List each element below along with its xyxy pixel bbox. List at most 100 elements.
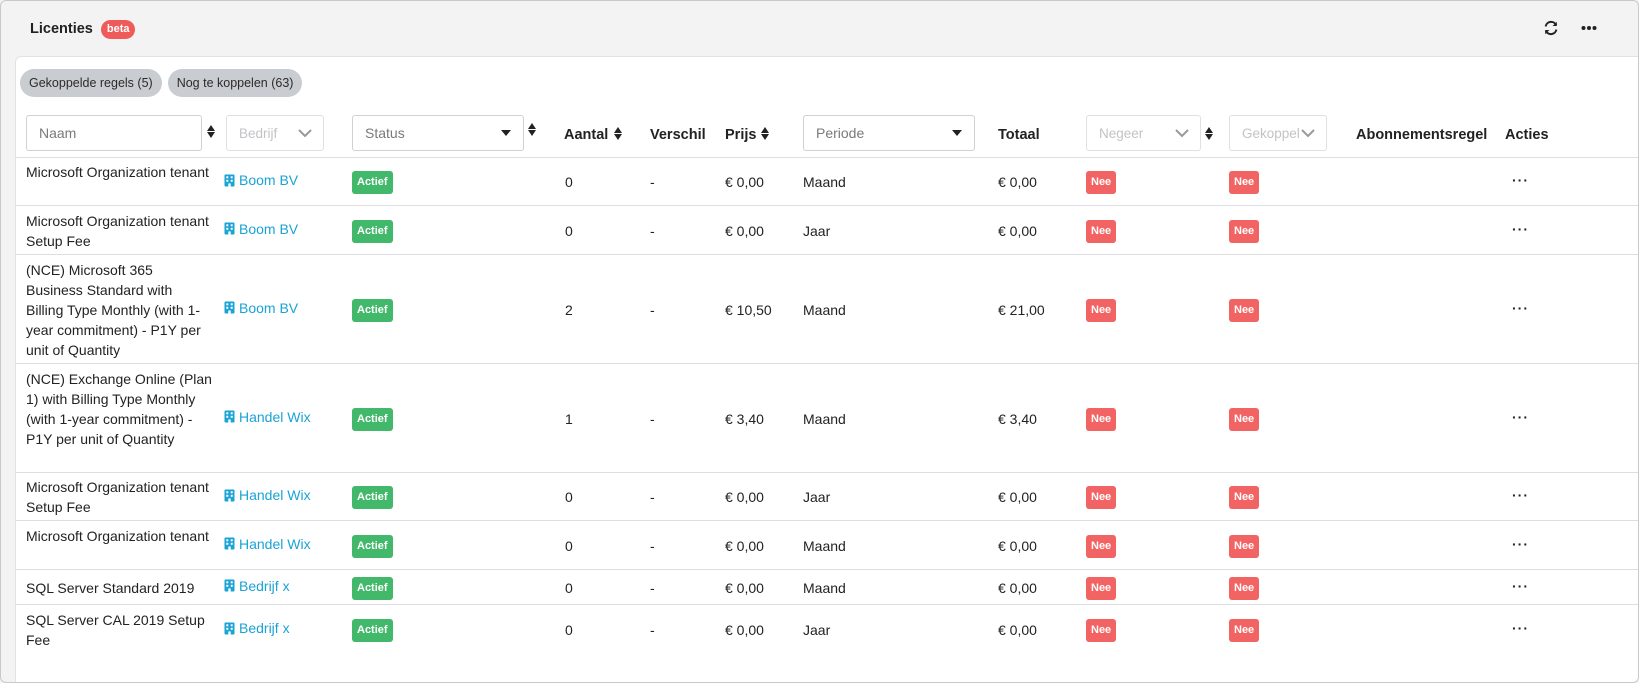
row-totaal: € 21,00 xyxy=(998,301,1045,318)
row-name: Microsoft Organization tenant xyxy=(26,164,209,180)
negeer-badge: Nee xyxy=(1086,486,1117,509)
beta-badge: beta xyxy=(100,19,136,39)
row-name: Microsoft Organization tenant Setup Fee xyxy=(26,479,209,515)
company-link[interactable]: Bedrijf x xyxy=(224,620,290,636)
company-link[interactable]: Boom BV xyxy=(224,172,298,188)
building-icon xyxy=(224,537,235,550)
row-actions-button[interactable]: ··· xyxy=(1512,487,1529,503)
company-link[interactable]: Handel Wix xyxy=(224,409,311,425)
row-actions-button[interactable]: ··· xyxy=(1512,578,1529,594)
company-name: Handel Wix xyxy=(239,408,311,425)
row-name: (NCE) Exchange Online (Plan 1) with Bill… xyxy=(26,370,212,447)
caret-down-icon xyxy=(501,130,511,136)
row-prijs: € 0,00 xyxy=(725,579,764,596)
table-row: SQL Server CAL 2019 Setup Fee Bedrijf x Ac… xyxy=(16,604,1638,654)
row-actions-button[interactable]: ··· xyxy=(1512,172,1529,188)
column-header-verschil: Verschil xyxy=(650,127,706,143)
company-name: Bedrijf x xyxy=(239,577,290,594)
row-actions-button[interactable]: ··· xyxy=(1512,221,1529,237)
gekoppeld-badge: Nee xyxy=(1229,534,1260,558)
more-icon[interactable] xyxy=(1580,19,1598,37)
row-totaal: € 0,00 xyxy=(998,579,1037,596)
periode-filter-placeholder: Periode xyxy=(816,125,865,141)
row-totaal: € 0,00 xyxy=(998,489,1037,505)
row-verschil: - xyxy=(650,579,655,596)
periode-filter-select[interactable]: Periode xyxy=(803,115,975,151)
row-verschil: - xyxy=(650,537,655,554)
company-name: Handel Wix xyxy=(239,535,311,552)
table-row: Microsoft Organization tenant Setup Fee H… xyxy=(16,472,1638,520)
chevron-down-icon xyxy=(298,129,312,138)
column-header-aantal[interactable]: Aantal xyxy=(564,127,608,143)
negeer-filter-select[interactable]: Negeer xyxy=(1086,115,1201,151)
sort-icon[interactable] xyxy=(528,123,536,136)
row-verschil: - xyxy=(650,174,655,190)
gekoppeld-badge: Nee xyxy=(1229,219,1260,243)
column-header-abonnementsregel: Abonnementsregel xyxy=(1356,127,1488,143)
header-actions xyxy=(1542,19,1598,37)
company-link[interactable]: Boom BV xyxy=(224,221,298,237)
caret-down-icon xyxy=(952,130,962,136)
table-row: (NCE) Microsoft 365 Business Standard wi… xyxy=(16,254,1638,363)
gekoppeld-badge: Nee xyxy=(1229,486,1260,509)
tab-gekoppelde-regels[interactable]: Gekoppelde regels (5) xyxy=(20,69,162,97)
company-name: Boom BV xyxy=(239,172,299,188)
table-row: (NCE) Exchange Online (Plan 1) with Bill… xyxy=(16,363,1638,472)
company-link[interactable]: Handel Wix xyxy=(224,536,311,552)
company-name: Bedrijf x xyxy=(239,620,290,636)
row-prijs: € 10,50 xyxy=(725,301,772,318)
app-window: Licenties beta Gekoppelde regels (5) Nog… xyxy=(0,0,1639,683)
row-actions-button[interactable]: ··· xyxy=(1512,536,1529,552)
row-prijs: € 0,00 xyxy=(725,222,764,239)
row-actions-button[interactable]: ··· xyxy=(1512,300,1529,316)
row-prijs: € 0,00 xyxy=(725,622,764,638)
building-icon xyxy=(224,301,235,314)
gekoppeld-badge: Nee xyxy=(1229,576,1260,600)
status-badge: Actief xyxy=(352,486,393,509)
row-totaal: € 0,00 xyxy=(998,174,1037,190)
page-header: Licenties beta xyxy=(1,1,1638,57)
gekoppeld-filter-placeholder: Gekoppel xyxy=(1242,125,1300,141)
company-name: Handel Wix xyxy=(239,487,311,503)
tab-nog-te-koppelen[interactable]: Nog te koppelen (63) xyxy=(167,69,303,97)
company-link[interactable]: Handel Wix xyxy=(224,487,311,503)
bedrijf-filter-select[interactable]: Bedrijf xyxy=(226,115,324,151)
row-name: (NCE) Microsoft 365 Business Standard wi… xyxy=(26,261,201,358)
row-verschil: - xyxy=(650,301,655,318)
row-actions-button[interactable]: ··· xyxy=(1512,409,1529,425)
row-periode: Jaar xyxy=(803,489,831,505)
table-header: Naam Bedrijf Status Aantal Verschil Prij… xyxy=(16,115,1638,161)
row-prijs: € 0,00 xyxy=(725,537,764,554)
row-actions-button[interactable]: ··· xyxy=(1512,620,1529,636)
row-verschil: - xyxy=(650,222,655,239)
status-badge: Actief xyxy=(352,219,393,243)
sort-icon[interactable] xyxy=(207,125,215,138)
row-verschil: - xyxy=(650,622,655,638)
row-name: Microsoft Organization tenant Setup Fee xyxy=(26,212,209,249)
naam-filter-input[interactable]: Naam xyxy=(26,115,202,151)
negeer-badge: Nee xyxy=(1086,407,1117,431)
building-icon xyxy=(224,410,235,423)
row-verschil: - xyxy=(650,489,655,505)
company-name: Boom BV xyxy=(239,220,299,237)
sort-icon[interactable] xyxy=(1205,127,1213,140)
refresh-icon[interactable] xyxy=(1542,19,1560,37)
sort-icon[interactable] xyxy=(614,127,622,140)
sort-icon[interactable] xyxy=(761,127,769,140)
company-link[interactable]: Bedrijf x xyxy=(224,578,290,594)
row-periode: Maand xyxy=(803,579,846,596)
row-aantal: 0 xyxy=(565,174,573,190)
company-link[interactable]: Boom BV xyxy=(224,300,298,316)
gekoppeld-badge: Nee xyxy=(1229,407,1260,431)
gekoppeld-filter-select[interactable]: Gekoppel xyxy=(1229,115,1327,151)
column-header-prijs[interactable]: Prijs xyxy=(725,127,756,143)
status-badge: Actief xyxy=(352,576,393,600)
building-icon xyxy=(224,222,235,235)
gekoppeld-badge: Nee xyxy=(1229,619,1260,642)
row-totaal: € 0,00 xyxy=(998,537,1037,554)
row-periode: Jaar xyxy=(803,622,831,638)
status-filter-select[interactable]: Status xyxy=(352,115,524,151)
row-name: Microsoft Organization tenant xyxy=(26,527,209,544)
row-periode: Maand xyxy=(803,537,846,554)
column-header-acties: Acties xyxy=(1505,127,1549,143)
